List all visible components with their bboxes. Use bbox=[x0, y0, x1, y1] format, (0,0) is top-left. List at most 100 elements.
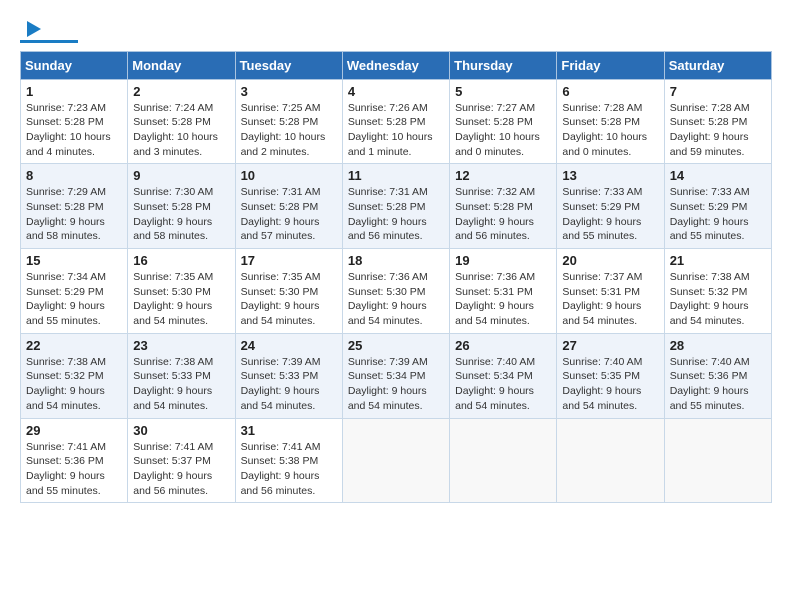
calendar-day-7: 7 Sunrise: 7:28 AMSunset: 5:28 PMDaylight… bbox=[664, 79, 771, 164]
day-number: 17 bbox=[241, 253, 337, 268]
day-number: 28 bbox=[670, 338, 766, 353]
day-info: Sunrise: 7:39 AMSunset: 5:33 PMDaylight:… bbox=[241, 355, 337, 414]
calendar-day-6: 6 Sunrise: 7:28 AMSunset: 5:28 PMDaylight… bbox=[557, 79, 664, 164]
day-number: 5 bbox=[455, 84, 551, 99]
weekday-header-row: SundayMondayTuesdayWednesdayThursdayFrid… bbox=[21, 51, 772, 79]
calendar-day-10: 10 Sunrise: 7:31 AMSunset: 5:28 PMDayligh… bbox=[235, 164, 342, 249]
day-info: Sunrise: 7:35 AMSunset: 5:30 PMDaylight:… bbox=[133, 270, 229, 329]
day-info: Sunrise: 7:29 AMSunset: 5:28 PMDaylight:… bbox=[26, 185, 122, 244]
day-number: 16 bbox=[133, 253, 229, 268]
day-info: Sunrise: 7:36 AMSunset: 5:30 PMDaylight:… bbox=[348, 270, 444, 329]
calendar-day-16: 16 Sunrise: 7:35 AMSunset: 5:30 PMDayligh… bbox=[128, 249, 235, 334]
weekday-header-wednesday: Wednesday bbox=[342, 51, 449, 79]
day-number: 20 bbox=[562, 253, 658, 268]
day-number: 6 bbox=[562, 84, 658, 99]
calendar-day-12: 12Sunrise: 7:32 AMSunset: 5:28 PMDayligh… bbox=[450, 164, 557, 249]
calendar-day-19: 19Sunrise: 7:36 AMSunset: 5:31 PMDayligh… bbox=[450, 249, 557, 334]
day-info: Sunrise: 7:38 AMSunset: 5:32 PMDaylight:… bbox=[26, 355, 122, 414]
day-info: Sunrise: 7:41 AMSunset: 5:36 PMDaylight:… bbox=[26, 440, 122, 499]
calendar-table: SundayMondayTuesdayWednesdayThursdayFrid… bbox=[20, 51, 772, 504]
day-number: 12 bbox=[455, 168, 551, 183]
day-info: Sunrise: 7:35 AMSunset: 5:30 PMDaylight:… bbox=[241, 270, 337, 329]
calendar-day-18: 18 Sunrise: 7:36 AMSunset: 5:30 PMDayligh… bbox=[342, 249, 449, 334]
weekday-header-sunday: Sunday bbox=[21, 51, 128, 79]
day-number: 23 bbox=[133, 338, 229, 353]
weekday-header-monday: Monday bbox=[128, 51, 235, 79]
header bbox=[20, 18, 772, 43]
empty-cell bbox=[342, 418, 449, 503]
day-info: Sunrise: 7:40 AMSunset: 5:36 PMDaylight:… bbox=[670, 355, 766, 414]
logo-underline bbox=[20, 40, 78, 43]
calendar-day-30: 30Sunrise: 7:41 AMSunset: 5:37 PMDayligh… bbox=[128, 418, 235, 503]
day-number: 18 bbox=[348, 253, 444, 268]
day-number: 30 bbox=[133, 423, 229, 438]
day-number: 1 bbox=[26, 84, 122, 99]
day-number: 26 bbox=[455, 338, 551, 353]
day-info: Sunrise: 7:31 AMSunset: 5:28 PMDaylight:… bbox=[348, 185, 444, 244]
day-info: Sunrise: 7:28 AMSunset: 5:28 PMDaylight:… bbox=[670, 101, 766, 160]
day-number: 22 bbox=[26, 338, 122, 353]
day-number: 8 bbox=[26, 168, 122, 183]
day-info: Sunrise: 7:38 AMSunset: 5:32 PMDaylight:… bbox=[670, 270, 766, 329]
day-info: Sunrise: 7:34 AMSunset: 5:29 PMDaylight:… bbox=[26, 270, 122, 329]
calendar-day-24: 24 Sunrise: 7:39 AMSunset: 5:33 PMDayligh… bbox=[235, 333, 342, 418]
calendar-day-21: 21 Sunrise: 7:38 AMSunset: 5:32 PMDayligh… bbox=[664, 249, 771, 334]
day-number: 3 bbox=[241, 84, 337, 99]
calendar-day-14: 14Sunrise: 7:33 AMSunset: 5:29 PMDayligh… bbox=[664, 164, 771, 249]
day-number: 14 bbox=[670, 168, 766, 183]
day-info: Sunrise: 7:39 AMSunset: 5:34 PMDaylight:… bbox=[348, 355, 444, 414]
logo bbox=[20, 18, 78, 43]
day-info: Sunrise: 7:36 AMSunset: 5:31 PMDaylight:… bbox=[455, 270, 551, 329]
day-info: Sunrise: 7:26 AMSunset: 5:28 PMDaylight:… bbox=[348, 101, 444, 160]
day-number: 2 bbox=[133, 84, 229, 99]
calendar-week-3: 15Sunrise: 7:34 AMSunset: 5:29 PMDayligh… bbox=[21, 249, 772, 334]
calendar-day-5: 5 Sunrise: 7:27 AMSunset: 5:28 PMDaylight… bbox=[450, 79, 557, 164]
day-number: 21 bbox=[670, 253, 766, 268]
calendar-day-8: 8 Sunrise: 7:29 AMSunset: 5:28 PMDaylight… bbox=[21, 164, 128, 249]
calendar-day-15: 15Sunrise: 7:34 AMSunset: 5:29 PMDayligh… bbox=[21, 249, 128, 334]
calendar-week-5: 29 Sunrise: 7:41 AMSunset: 5:36 PMDayligh… bbox=[21, 418, 772, 503]
empty-cell bbox=[450, 418, 557, 503]
calendar-day-2: 2 Sunrise: 7:24 AMSunset: 5:28 PMDaylight… bbox=[128, 79, 235, 164]
calendar-day-31: 31Sunrise: 7:41 AMSunset: 5:38 PMDayligh… bbox=[235, 418, 342, 503]
empty-cell bbox=[557, 418, 664, 503]
calendar-day-29: 29 Sunrise: 7:41 AMSunset: 5:36 PMDayligh… bbox=[21, 418, 128, 503]
calendar-day-23: 23 Sunrise: 7:38 AMSunset: 5:33 PMDayligh… bbox=[128, 333, 235, 418]
calendar-day-4: 4Sunrise: 7:26 AMSunset: 5:28 PMDaylight… bbox=[342, 79, 449, 164]
day-info: Sunrise: 7:23 AMSunset: 5:28 PMDaylight:… bbox=[26, 101, 122, 160]
calendar-week-4: 22 Sunrise: 7:38 AMSunset: 5:32 PMDayligh… bbox=[21, 333, 772, 418]
day-info: Sunrise: 7:33 AMSunset: 5:29 PMDaylight:… bbox=[562, 185, 658, 244]
calendar-day-22: 22 Sunrise: 7:38 AMSunset: 5:32 PMDayligh… bbox=[21, 333, 128, 418]
calendar-day-1: 1 Sunrise: 7:23 AMSunset: 5:28 PMDaylight… bbox=[21, 79, 128, 164]
day-info: Sunrise: 7:31 AMSunset: 5:28 PMDaylight:… bbox=[241, 185, 337, 244]
day-number: 25 bbox=[348, 338, 444, 353]
day-number: 29 bbox=[26, 423, 122, 438]
day-number: 10 bbox=[241, 168, 337, 183]
calendar-day-20: 20 Sunrise: 7:37 AMSunset: 5:31 PMDayligh… bbox=[557, 249, 664, 334]
weekday-header-saturday: Saturday bbox=[664, 51, 771, 79]
weekday-header-tuesday: Tuesday bbox=[235, 51, 342, 79]
day-info: Sunrise: 7:27 AMSunset: 5:28 PMDaylight:… bbox=[455, 101, 551, 160]
day-info: Sunrise: 7:38 AMSunset: 5:33 PMDaylight:… bbox=[133, 355, 229, 414]
day-number: 31 bbox=[241, 423, 337, 438]
day-info: Sunrise: 7:24 AMSunset: 5:28 PMDaylight:… bbox=[133, 101, 229, 160]
day-number: 7 bbox=[670, 84, 766, 99]
calendar-day-3: 3Sunrise: 7:25 AMSunset: 5:28 PMDaylight… bbox=[235, 79, 342, 164]
page: SundayMondayTuesdayWednesdayThursdayFrid… bbox=[0, 0, 792, 513]
empty-cell bbox=[664, 418, 771, 503]
weekday-header-thursday: Thursday bbox=[450, 51, 557, 79]
day-number: 9 bbox=[133, 168, 229, 183]
day-number: 11 bbox=[348, 168, 444, 183]
day-info: Sunrise: 7:28 AMSunset: 5:28 PMDaylight:… bbox=[562, 101, 658, 160]
calendar-day-25: 25 Sunrise: 7:39 AMSunset: 5:34 PMDayligh… bbox=[342, 333, 449, 418]
day-number: 13 bbox=[562, 168, 658, 183]
calendar-day-28: 28 Sunrise: 7:40 AMSunset: 5:36 PMDayligh… bbox=[664, 333, 771, 418]
calendar-week-1: 1 Sunrise: 7:23 AMSunset: 5:28 PMDaylight… bbox=[21, 79, 772, 164]
day-info: Sunrise: 7:40 AMSunset: 5:35 PMDaylight:… bbox=[562, 355, 658, 414]
day-number: 24 bbox=[241, 338, 337, 353]
day-number: 27 bbox=[562, 338, 658, 353]
day-info: Sunrise: 7:37 AMSunset: 5:31 PMDaylight:… bbox=[562, 270, 658, 329]
day-info: Sunrise: 7:40 AMSunset: 5:34 PMDaylight:… bbox=[455, 355, 551, 414]
calendar-day-9: 9Sunrise: 7:30 AMSunset: 5:28 PMDaylight… bbox=[128, 164, 235, 249]
calendar-day-27: 27 Sunrise: 7:40 AMSunset: 5:35 PMDayligh… bbox=[557, 333, 664, 418]
